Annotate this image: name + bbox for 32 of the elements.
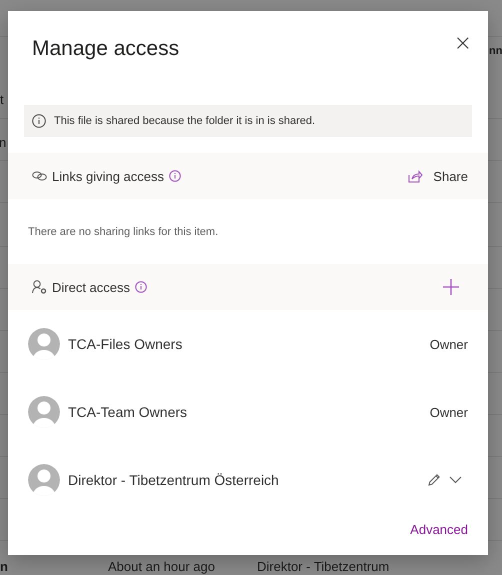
member-name: Direktor - Tibetzentrum Österreich <box>68 472 280 488</box>
background-text: Direktor - Tibetzentrum <box>257 559 390 574</box>
info-icon[interactable] <box>169 170 181 182</box>
share-icon <box>408 170 424 182</box>
background-text: t <box>0 92 4 107</box>
member-name: TCA-Team Owners <box>68 404 188 420</box>
notice-text: This file is shared because the folder it is in is shared. <box>54 115 316 127</box>
close-button[interactable]: × <box>454 32 472 56</box>
background-text: n <box>0 135 6 150</box>
role-button[interactable]: Owner <box>430 404 468 420</box>
background-text: About an hour ago <box>108 559 215 574</box>
plus-icon <box>443 279 459 295</box>
avatar-icon <box>28 396 60 428</box>
background-text: n <box>0 559 8 574</box>
role-button[interactable]: Owner <box>430 336 468 352</box>
avatar-icon <box>28 464 60 496</box>
info-icon[interactable] <box>135 281 148 293</box>
avatar-icon <box>28 328 60 360</box>
pencil-icon[interactable] <box>427 473 441 487</box>
share-button[interactable]: Share <box>408 168 468 184</box>
dialog-title: Manage access <box>32 37 180 62</box>
section-heading: Direct access <box>52 280 130 294</box>
person-icon <box>32 280 47 294</box>
link-icon <box>32 171 47 181</box>
chevron-down-icon[interactable] <box>449 476 462 484</box>
empty-message: There are no sharing links for this item. <box>27 224 220 240</box>
advanced-link[interactable]: Advanced <box>410 522 468 537</box>
info-icon <box>32 114 46 128</box>
member-name: TCA-Files Owners <box>68 336 184 352</box>
section-heading: Links giving access <box>52 168 164 184</box>
add-button[interactable] <box>443 279 459 295</box>
background-text: nn <box>489 45 502 57</box>
